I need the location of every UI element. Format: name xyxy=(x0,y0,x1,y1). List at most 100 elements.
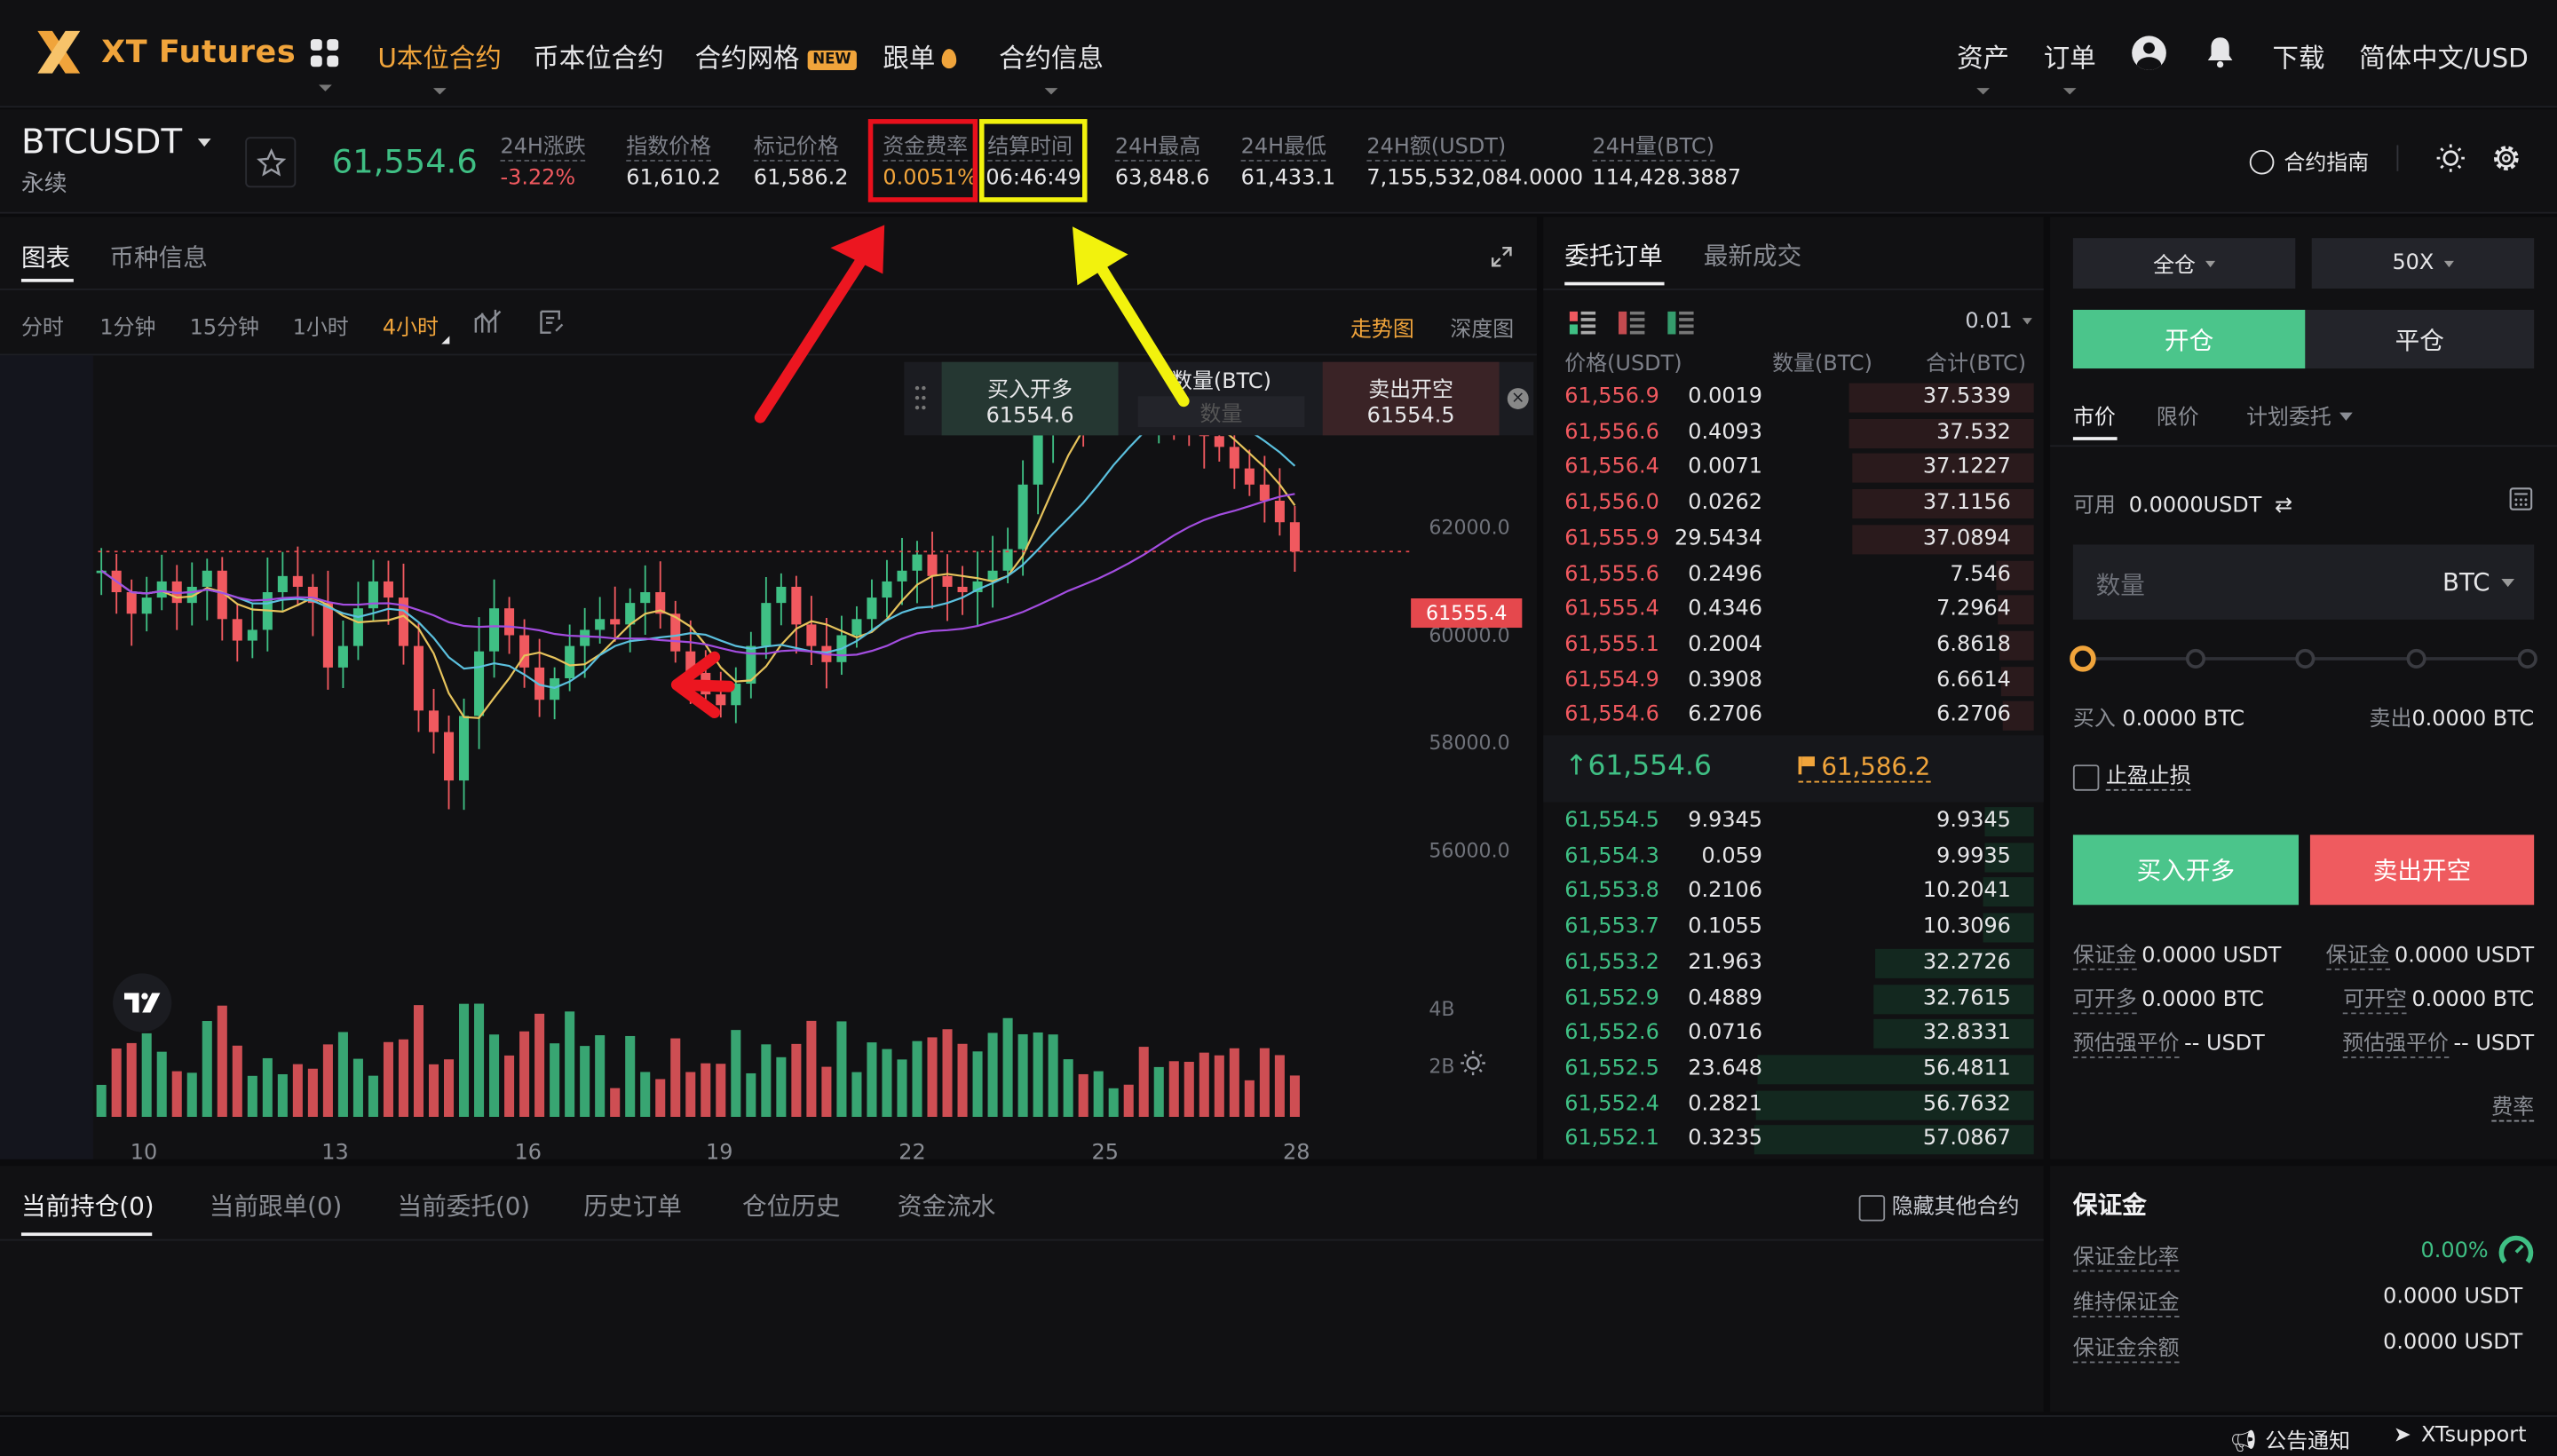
candlestick-chart[interactable]: 64000.062000.060000.058000.056000.04B2B1… xyxy=(0,355,1537,1159)
nav-assets[interactable]: 资产 xyxy=(1957,36,2009,95)
interval-4h[interactable]: 4小时 xyxy=(383,310,439,341)
tab-chart[interactable]: 图表 xyxy=(21,240,70,274)
order-type-market[interactable]: 市价 xyxy=(2073,400,2116,431)
order-type-limit[interactable]: 限价 xyxy=(2157,400,2199,431)
theme-sun-icon[interactable] xyxy=(2436,144,2466,173)
positions-tab[interactable]: 当前委托(0) xyxy=(397,1189,530,1223)
volume-bar xyxy=(550,1043,560,1118)
tpsl-checkbox[interactable]: 止盈止损 xyxy=(2072,758,2191,791)
interval-1h[interactable]: 1小时 xyxy=(293,310,349,341)
positions-tab[interactable]: 当前跟单(0) xyxy=(210,1189,343,1223)
nav-coin-futures[interactable]: 币本位合约 xyxy=(533,36,663,75)
candle-body xyxy=(443,732,455,781)
announcement-link[interactable]: 📢︎ 公告通知 xyxy=(2230,1423,2350,1455)
apps-grid-icon[interactable] xyxy=(310,39,340,91)
expand-icon[interactable] xyxy=(1491,243,1512,267)
orderbook-row-bid[interactable]: 61,552.9 0.4889 32.7615 xyxy=(1543,981,2034,1017)
x-tick-label: 10 xyxy=(131,1140,157,1159)
contract-guide-link[interactable]: 合约指南 xyxy=(2249,145,2369,176)
drawing-tools-icon[interactable] xyxy=(540,310,565,335)
nav-futures-grid[interactable]: 合约网格 NEW xyxy=(695,36,857,75)
drag-handle-icon[interactable] xyxy=(914,384,927,410)
user-avatar-icon[interactable] xyxy=(2132,36,2166,70)
orderbook-row-bid[interactable]: 61,552.6 0.0716 32.8331 xyxy=(1543,1016,2034,1051)
close-quick-trade-icon[interactable]: × xyxy=(1507,388,1529,409)
tab-recent-trades[interactable]: 最新成交 xyxy=(1704,238,1802,273)
quick-buy-long-button[interactable]: 买入开多 61554.6 xyxy=(941,361,1119,436)
slider-step-75[interactable] xyxy=(2406,648,2426,669)
book-view-asks-icon[interactable] xyxy=(1618,310,1645,335)
orderbook-row-bid[interactable]: 61,553.2 21.963 32.2726 xyxy=(1543,946,2034,981)
orderbook-row-ask[interactable]: 61,556.0 0.0262 37.1156 xyxy=(1543,486,2034,521)
volume-bar xyxy=(1017,1033,1028,1118)
orderbook-row-ask[interactable]: 61,554.9 0.3908 6.6614 xyxy=(1543,663,2034,699)
orderbook-row-ask[interactable]: 61,556.9 0.0019 37.5339 xyxy=(1543,380,2034,415)
interval-1m[interactable]: 1分钟 xyxy=(99,310,155,341)
nav-download[interactable]: 下载 xyxy=(2273,36,2325,75)
indicators-icon[interactable] xyxy=(474,308,502,334)
volume-bar xyxy=(942,1029,953,1118)
nav-contract-info[interactable]: 合约信息 xyxy=(999,36,1104,95)
interval-time-share[interactable]: 分时 xyxy=(21,310,64,341)
quantity-slider-thumb[interactable] xyxy=(2070,645,2096,672)
qty-unit-select[interactable]: BTC xyxy=(2442,567,2515,597)
orderbook-row-ask[interactable]: 61,556.4 0.0071 37.1227 xyxy=(1543,451,2034,487)
quick-sell-short-button[interactable]: 卖出开空 61554.5 xyxy=(1322,361,1500,436)
view-depth[interactable]: 深度图 xyxy=(1450,312,1514,343)
transfer-icon[interactable]: ⇄ xyxy=(2275,494,2292,518)
book-view-bids-icon[interactable] xyxy=(1667,310,1694,335)
orderbook-row-bid[interactable]: 61,554.3 0.059 9.9935 xyxy=(1543,839,2034,874)
orderbook-row-ask[interactable]: 61,555.4 0.4346 7.2964 xyxy=(1543,592,2034,628)
support-link[interactable]: ➤ XTsupport xyxy=(2394,1423,2527,1448)
positions-tab[interactable]: 仓位历史 xyxy=(742,1189,841,1223)
positions-tab[interactable]: 当前持仓(0) xyxy=(21,1189,154,1223)
chart-settings-sun-icon[interactable] xyxy=(1460,1050,1485,1076)
nav-copy-trading[interactable]: 跟单 xyxy=(883,36,957,75)
order-type-trigger[interactable]: 计划委托 xyxy=(2246,400,2353,431)
orderbook-row-ask[interactable]: 61,555.6 0.2496 7.546 xyxy=(1543,557,2034,592)
tab-coin-info[interactable]: 币种信息 xyxy=(109,240,208,274)
logo[interactable]: XT Futures xyxy=(33,26,296,78)
symbol-selector[interactable]: BTCUSDT xyxy=(21,123,212,162)
orderbook-row-bid[interactable]: 61,552.1 0.3235 57.0867 xyxy=(1543,1122,2034,1158)
nav-language-currency[interactable]: 简体中文/USD xyxy=(2359,36,2529,75)
calculator-icon[interactable] xyxy=(2509,486,2533,510)
nav-usdt-futures[interactable]: U本位合约 xyxy=(377,36,502,95)
orderbook-row-ask[interactable]: 61,554.6 6.2706 6.2706 xyxy=(1543,699,2034,734)
tradingview-logo-icon[interactable] xyxy=(113,973,172,1033)
positions-tab[interactable]: 历史订单 xyxy=(583,1189,682,1223)
sell-short-button[interactable]: 卖出开空 xyxy=(2309,835,2535,906)
bell-icon[interactable] xyxy=(2205,36,2235,68)
order-price: 61,554.5 xyxy=(1564,808,1659,834)
favorite-star-icon[interactable] xyxy=(245,137,297,188)
tab-close-position[interactable]: 平仓 xyxy=(2305,309,2535,369)
slider-step-50[interactable] xyxy=(2295,648,2316,669)
view-candles[interactable]: 走势图 xyxy=(1350,312,1414,343)
orderbook-row-bid[interactable]: 61,553.7 0.1055 10.3096 xyxy=(1543,910,2034,946)
settings-gear-icon[interactable] xyxy=(2491,144,2521,173)
precision-select[interactable]: 0.01 xyxy=(1965,310,2032,334)
interval-15m[interactable]: 15分钟 xyxy=(190,310,259,341)
orderbook-row-ask[interactable]: 61,555.9 29.5434 37.0894 xyxy=(1543,521,2034,557)
candle-body xyxy=(337,645,348,668)
margin-mode-select[interactable]: 全仓 xyxy=(2072,238,2296,289)
leverage-select[interactable]: 50X xyxy=(2311,238,2535,289)
tab-order-book[interactable]: 委托订单 xyxy=(1564,238,1663,273)
quick-qty-input[interactable]: 数量 xyxy=(1137,396,1305,428)
orderbook-row-bid[interactable]: 61,552.5 23.648 56.4811 xyxy=(1543,1051,2034,1087)
buy-long-button[interactable]: 买入开多 xyxy=(2072,835,2300,906)
orderbook-row-ask[interactable]: 61,555.1 0.2004 6.8618 xyxy=(1543,628,2034,663)
fee-rate-link[interactable]: 费率 xyxy=(2491,1089,2535,1122)
tab-open-position[interactable]: 开仓 xyxy=(2072,309,2306,369)
orderbook-row-bid[interactable]: 61,552.4 0.2821 56.7632 xyxy=(1543,1087,2034,1122)
positions-tab[interactable]: 资金流水 xyxy=(898,1189,996,1223)
hide-other-contracts-checkbox[interactable]: 隐藏其他合约 xyxy=(1858,1189,2019,1221)
orderbook-row-ask[interactable]: 61,556.6 0.4093 37.532 xyxy=(1543,415,2034,451)
orderbook-row-bid[interactable]: 61,553.8 0.2106 10.2041 xyxy=(1543,874,2034,910)
quantity-input[interactable]: 数量 BTC xyxy=(2072,544,2535,620)
slider-step-25[interactable] xyxy=(2185,648,2206,669)
book-view-both-icon[interactable] xyxy=(1569,310,1596,335)
orderbook-row-bid[interactable]: 61,554.5 9.9345 9.9345 xyxy=(1543,803,2034,839)
slider-step-100[interactable] xyxy=(2517,648,2537,669)
nav-orders[interactable]: 订单 xyxy=(2044,36,2096,95)
